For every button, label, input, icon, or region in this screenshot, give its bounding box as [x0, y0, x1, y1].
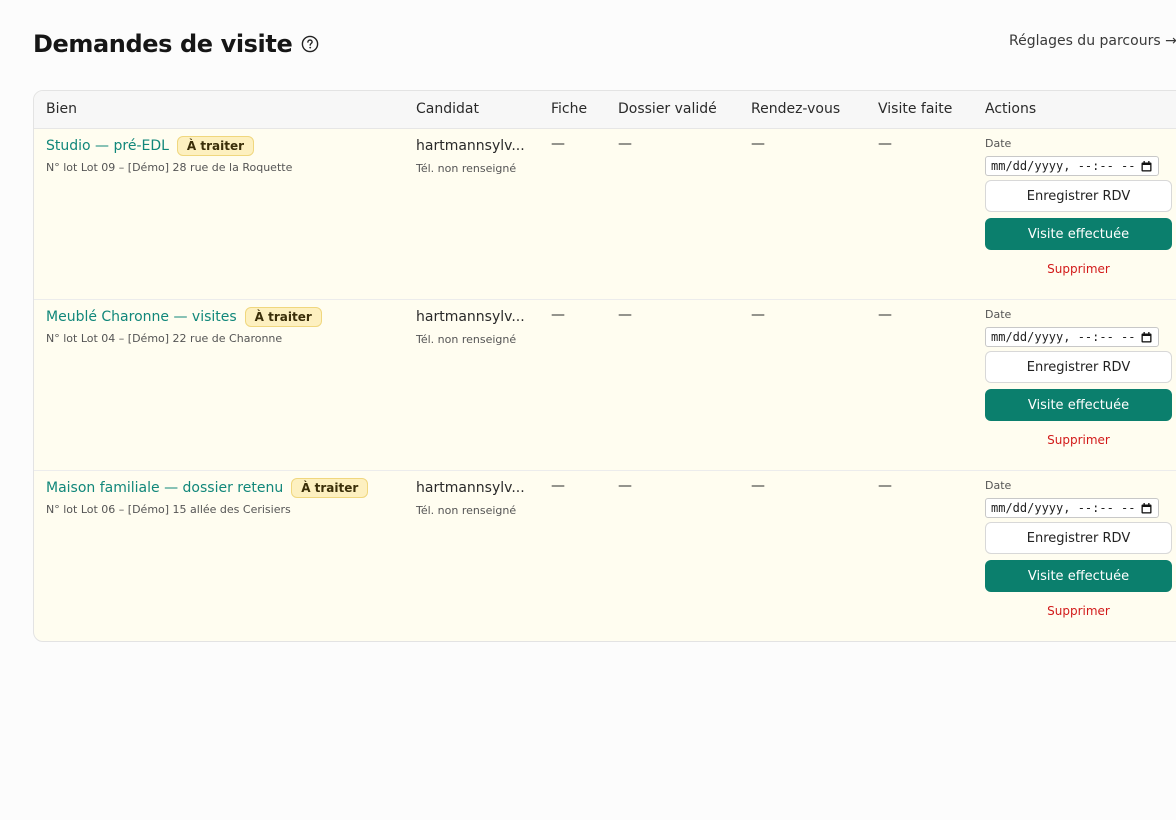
candidate-phone: Tél. non renseigné: [416, 333, 517, 346]
date-placeholder: mm/dd/yyyy, --:-- --: [991, 501, 1136, 515]
calendar-icon[interactable]: [1141, 332, 1152, 343]
row-actions: Date mm/dd/yyyy, --:-- -- Enregistrer RD…: [985, 308, 1173, 447]
rendez-vous-value: —: [751, 478, 765, 494]
help-circle-icon[interactable]: [301, 35, 319, 53]
column-header-candidat: Candidat: [416, 101, 479, 117]
candidate-name: hartmannsylv...: [416, 138, 525, 154]
table-row: Maison familiale — dossier retenu À trai…: [34, 470, 1176, 641]
date-time-input[interactable]: mm/dd/yyyy, --:-- --: [985, 498, 1159, 518]
page-title: Demandes de visite: [33, 30, 293, 58]
visit-requests-table: Bien Candidat Fiche Dossier validé Rende…: [33, 90, 1176, 642]
date-placeholder: mm/dd/yyyy, --:-- --: [991, 330, 1136, 344]
status-badge: À traiter: [244, 307, 322, 327]
property-line: Studio — pré-EDL À traiter: [46, 136, 255, 156]
column-header-dossier-valide: Dossier validé: [618, 101, 717, 117]
date-time-input[interactable]: mm/dd/yyyy, --:-- --: [985, 156, 1159, 176]
candidate-name: hartmannsylv...: [416, 309, 525, 325]
date-label: Date: [985, 308, 1012, 321]
property-line: Meublé Charonne — visites À traiter: [46, 307, 322, 327]
column-header-actions: Actions: [985, 101, 1037, 117]
delete-button[interactable]: Supprimer: [985, 604, 1172, 618]
property-line: Maison familiale — dossier retenu À trai…: [46, 478, 369, 498]
row-actions: Date mm/dd/yyyy, --:-- -- Enregistrer RD…: [985, 479, 1173, 618]
dossier-valide-value: —: [618, 136, 632, 152]
property-subtitle: N° lot Lot 06 – [Démo] 15 allée des Ceri…: [46, 503, 291, 516]
property-subtitle: N° lot Lot 09 – [Démo] 28 rue de la Roqu…: [46, 161, 293, 174]
status-badge: À traiter: [176, 136, 255, 156]
candidate-name: hartmannsylv...: [416, 480, 525, 496]
table-row: Meublé Charonne — visites À traiter N° l…: [34, 299, 1176, 471]
date-label: Date: [985, 137, 1012, 150]
page: Demandes de visite Réglages du parcours …: [0, 0, 1176, 820]
fiche-value: —: [551, 136, 565, 152]
property-link[interactable]: Studio — pré-EDL: [46, 138, 169, 154]
delete-button[interactable]: Supprimer: [985, 433, 1172, 447]
visite-faite-value: —: [878, 136, 892, 152]
settings-link[interactable]: Réglages du parcours →: [1009, 33, 1176, 49]
visit-done-button[interactable]: Visite effectuée: [985, 389, 1172, 421]
save-appointment-button[interactable]: Enregistrer RDV: [985, 351, 1172, 383]
page-header: Demandes de visite: [33, 30, 319, 58]
fiche-value: —: [551, 478, 565, 494]
date-label: Date: [985, 479, 1012, 492]
visite-faite-value: —: [878, 307, 892, 323]
property-link[interactable]: Maison familiale — dossier retenu: [46, 480, 283, 496]
visite-faite-value: —: [878, 478, 892, 494]
fiche-value: —: [551, 307, 565, 323]
column-header-bien: Bien: [46, 101, 77, 117]
candidate-phone: Tél. non renseigné: [416, 162, 517, 175]
calendar-icon[interactable]: [1141, 161, 1152, 172]
candidate-phone: Tél. non renseigné: [416, 504, 517, 517]
date-time-input[interactable]: mm/dd/yyyy, --:-- --: [985, 327, 1159, 347]
visit-done-button[interactable]: Visite effectuée: [985, 218, 1172, 250]
property-link[interactable]: Meublé Charonne — visites: [46, 309, 237, 325]
save-appointment-button[interactable]: Enregistrer RDV: [985, 180, 1172, 212]
row-actions: Date mm/dd/yyyy, --:-- -- Enregistrer RD…: [985, 137, 1173, 276]
delete-button[interactable]: Supprimer: [985, 262, 1172, 276]
property-subtitle: N° lot Lot 04 – [Démo] 22 rue de Charonn…: [46, 332, 283, 345]
table-header: Bien Candidat Fiche Dossier validé Rende…: [34, 91, 1176, 129]
table-row: Studio — pré-EDL À traiter N° lot Lot 09…: [34, 128, 1176, 300]
status-badge: À traiter: [291, 478, 369, 498]
rendez-vous-value: —: [751, 136, 765, 152]
column-header-fiche: Fiche: [551, 101, 588, 117]
column-header-visite-faite: Visite faite: [878, 101, 953, 117]
dossier-valide-value: —: [618, 307, 632, 323]
calendar-icon[interactable]: [1141, 503, 1152, 514]
rendez-vous-value: —: [751, 307, 765, 323]
column-header-rendez-vous: Rendez-vous: [751, 101, 841, 117]
visit-done-button[interactable]: Visite effectuée: [985, 560, 1172, 592]
save-appointment-button[interactable]: Enregistrer RDV: [985, 522, 1172, 554]
date-placeholder: mm/dd/yyyy, --:-- --: [991, 159, 1136, 173]
dossier-valide-value: —: [618, 478, 632, 494]
